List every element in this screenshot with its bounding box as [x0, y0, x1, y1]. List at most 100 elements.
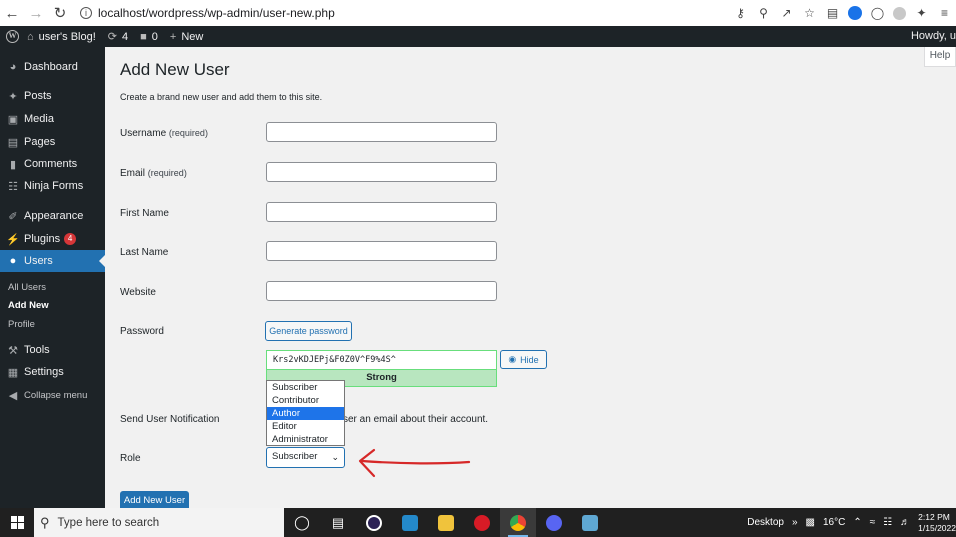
chrome-app[interactable] — [500, 508, 536, 537]
reader-icon[interactable]: ▤ — [825, 6, 840, 20]
share-icon[interactable]: ↗ — [779, 6, 794, 20]
taskbar-search[interactable]: ⚲ Type here to search — [34, 508, 284, 537]
comments-link[interactable]: ■ 0 — [140, 31, 158, 43]
submenu-all-users[interactable]: All Users — [8, 282, 46, 293]
sidebar-item-ninja-forms[interactable]: ☷ Ninja Forms — [0, 175, 105, 197]
sidebar-item-plugins[interactable]: ⚡ Plugins 4 — [0, 228, 105, 250]
zoom-icon[interactable]: ⚲ — [756, 6, 771, 20]
email-label-text: Email — [120, 168, 146, 179]
opera-app[interactable] — [464, 508, 500, 537]
collapse-icon: ◀ — [8, 389, 18, 402]
shield-icon[interactable]: ◯ — [870, 6, 885, 20]
sidebar-item-media[interactable]: ▣ Media — [0, 108, 105, 130]
password-input[interactable]: Krs2vKDJEPj&F0Z0V^F9%4S^ — [266, 350, 497, 369]
widgets-button[interactable]: ▤ — [320, 508, 356, 537]
vscode-app[interactable] — [392, 508, 428, 537]
clock-time: 2:12 PM — [918, 511, 950, 522]
sidebar-item-tools[interactable]: ⚒ Tools — [0, 339, 105, 361]
volume-icon[interactable]: ♬ — [900, 517, 910, 528]
weather-icon[interactable]: ▩ — [806, 517, 815, 528]
email-input[interactable] — [266, 162, 497, 182]
generate-password-button[interactable]: Generate password — [265, 321, 352, 341]
role-option-administrator[interactable]: Administrator — [267, 433, 344, 446]
sidebar-item-dashboard[interactable]: ◕ Dashboard — [0, 56, 105, 78]
sidebar-item-label: Users — [24, 255, 53, 267]
start-button[interactable] — [0, 508, 34, 537]
new-label: New — [181, 30, 204, 43]
settings-icon: ▦ — [7, 366, 19, 379]
sidebar-item-appearance[interactable]: ✐ Appearance — [0, 205, 105, 227]
sidebar-item-label: Appearance — [24, 210, 84, 222]
sidebar-item-label: Tools — [24, 344, 50, 356]
updates-link[interactable]: ⟳ 4 — [107, 30, 129, 44]
site-info-icon[interactable]: i — [80, 7, 92, 19]
wordpress-logo-icon[interactable]: W — [6, 30, 19, 43]
annotation-arrow — [358, 448, 471, 478]
page-title: Add New User — [120, 60, 230, 79]
site-name-link[interactable]: ⌂ user's Blog! — [27, 31, 96, 43]
search-icon: ⚲ — [40, 514, 50, 530]
role-select[interactable]: Subscriber ⌄ — [266, 447, 345, 468]
reload-icon[interactable]: ↻ — [48, 4, 72, 22]
widgets-icon: ▤ — [331, 514, 345, 530]
eye-slash-icon: ◉ — [508, 354, 517, 364]
address-bar[interactable]: i localhost/wordpress/wp-admin/user-new.… — [80, 6, 335, 20]
file-explorer-app[interactable] — [428, 508, 464, 537]
hide-password-button[interactable]: ◉ Hide — [500, 350, 547, 369]
task-view-icon: ◯ — [294, 514, 310, 530]
language-icon[interactable]: ☷ — [883, 517, 892, 528]
sidebar-item-pages[interactable]: ▤ Pages — [0, 131, 105, 153]
updates-icon: ⟳ — [107, 31, 118, 43]
toolbar-expand-icon[interactable]: » — [792, 517, 798, 528]
sidebar-item-label: Settings — [24, 366, 64, 378]
role-option-contributor[interactable]: Contributor — [267, 394, 344, 407]
sidebar-collapse-menu[interactable]: ◀ Collapse menu — [0, 384, 105, 406]
discord-icon — [546, 514, 562, 531]
role-selected-value: Subscriber — [272, 451, 318, 462]
clock[interactable]: 2:12 PM 1/15/2022 — [918, 512, 956, 534]
sidebar-item-settings[interactable]: ▦ Settings — [0, 361, 105, 383]
howdy-account-link[interactable]: Howdy, u — [911, 26, 956, 47]
sidebar-item-label: Pages — [24, 136, 56, 148]
username-input[interactable] — [266, 122, 497, 142]
back-icon[interactable]: ← — [0, 5, 24, 22]
star-icon[interactable]: ☆ — [802, 6, 817, 20]
temperature[interactable]: 16°C — [823, 517, 845, 528]
task-view-button[interactable]: ◯ — [284, 508, 320, 537]
sidebar-item-users[interactable]: ● Users — [0, 250, 105, 272]
menu-icon[interactable]: ≡ — [937, 6, 952, 20]
sidebar-item-comments[interactable]: ▮ Comments — [0, 153, 105, 175]
current-menu-arrow — [99, 255, 105, 267]
notepad-app[interactable] — [572, 508, 608, 537]
extension-grey-icon[interactable] — [893, 6, 906, 20]
admin-sidebar: ◕ Dashboard ✦ Posts ▣ Media ▤ Pages ▮ Comment… — [0, 47, 105, 508]
chevron-up-icon[interactable]: ⌃ — [853, 517, 861, 528]
search-placeholder: Type here to search — [57, 516, 160, 529]
forward-icon[interactable]: → — [24, 5, 48, 22]
sidebar-item-posts[interactable]: ✦ Posts — [0, 85, 105, 107]
first-name-input[interactable] — [266, 202, 497, 222]
last-name-label: Last Name — [120, 247, 169, 258]
updates-count: 4 — [122, 30, 129, 43]
extension-blue-icon[interactable] — [848, 6, 862, 20]
windows-taskbar: ⚲ Type here to search ◯ ▤ Desktop » ▩ 16°… — [0, 508, 956, 537]
role-option-subscriber[interactable]: Subscriber — [267, 381, 344, 394]
url-text[interactable]: localhost/wordpress/wp-admin/user-new.ph… — [98, 6, 335, 20]
puzzle-icon[interactable]: ✦ — [914, 6, 929, 20]
submenu-add-new[interactable]: Add New — [8, 300, 49, 311]
eclipse-app[interactable] — [356, 508, 392, 537]
help-tab[interactable]: Help — [924, 47, 956, 67]
submenu-profile[interactable]: Profile — [8, 319, 35, 330]
role-option-editor[interactable]: Editor — [267, 420, 344, 433]
discord-app[interactable] — [536, 508, 572, 537]
network-icon[interactable]: ≈ — [870, 517, 876, 528]
last-name-input[interactable] — [266, 241, 497, 261]
new-content-link[interactable]: + New — [170, 31, 203, 43]
sidebar-item-label: Collapse menu — [24, 389, 88, 401]
key-icon[interactable]: ⚷ — [733, 6, 748, 20]
role-option-author[interactable]: Author — [267, 407, 344, 420]
desktop-toolbar[interactable]: Desktop — [747, 517, 784, 528]
home-icon: ⌂ — [27, 30, 34, 43]
website-input[interactable] — [266, 281, 497, 301]
wrench-icon: ⚒ — [8, 344, 18, 357]
